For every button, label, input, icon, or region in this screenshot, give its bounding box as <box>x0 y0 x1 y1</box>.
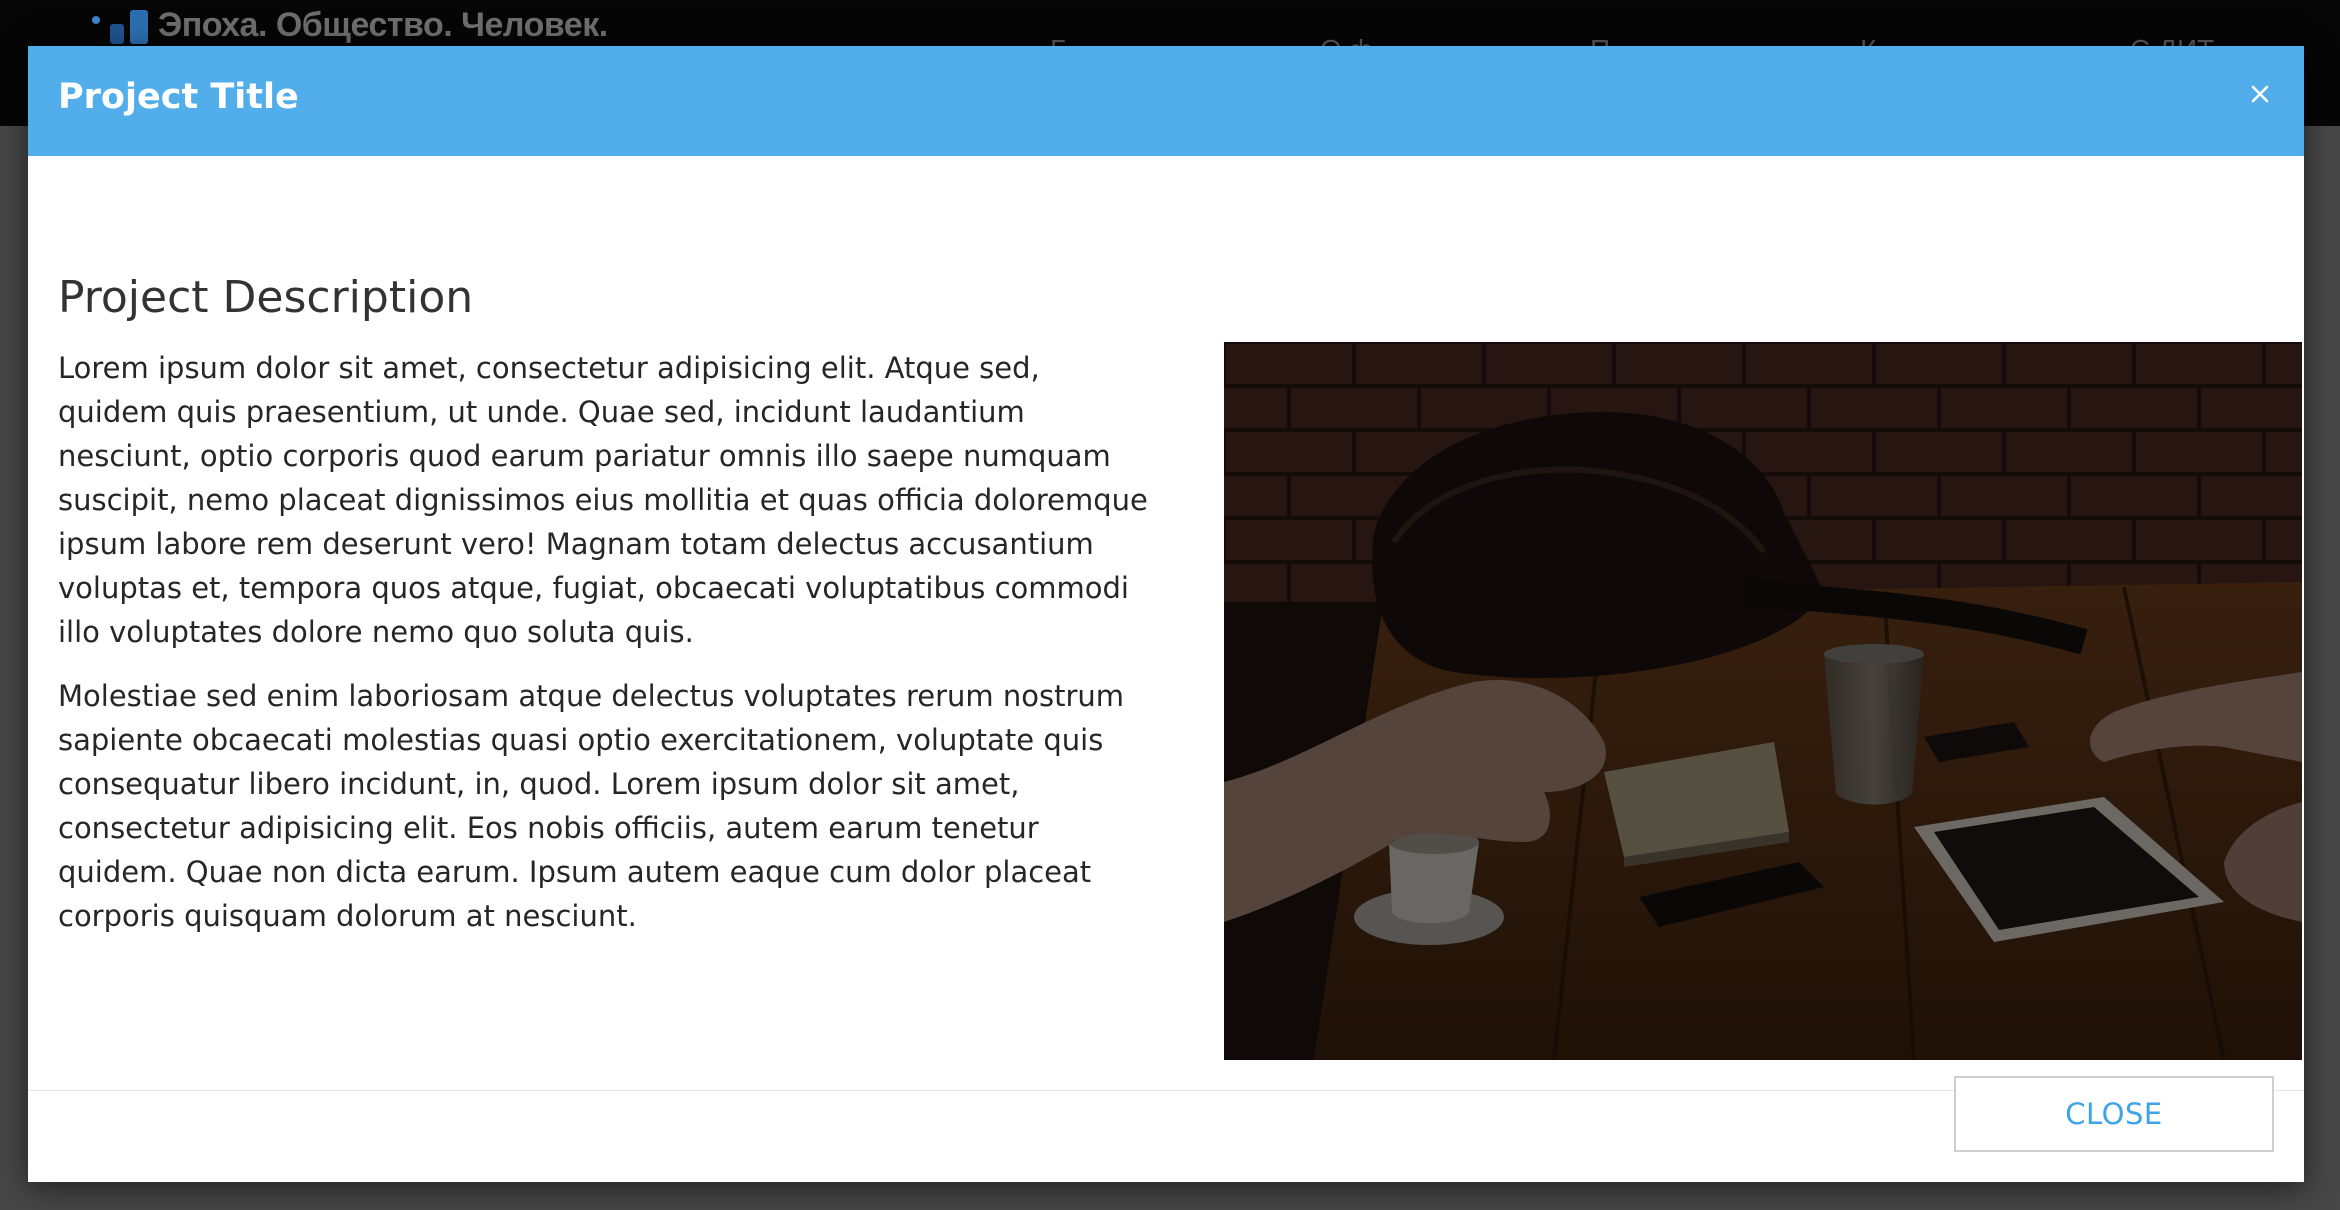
logo-mark-icon <box>84 4 148 46</box>
description-paragraph: Lorem ipsum dolor sit amet, consectetur … <box>58 351 1148 649</box>
project-description-text: Lorem ipsum dolor sit amet, consectetur … <box>58 346 1148 958</box>
modal-title: Project Title <box>58 77 299 117</box>
site-logo[interactable]: Эпоха. Общество. Человек. <box>84 4 608 46</box>
site-logo-text: Эпоха. Общество. Человек. <box>158 5 608 44</box>
project-description-heading: Project Description <box>58 272 474 323</box>
modal-header: Project Title <box>28 46 2304 156</box>
modal-body: Project Description Lorem ipsum dolor si… <box>58 156 2302 1090</box>
project-image <box>1224 342 2302 1060</box>
close-icon[interactable] <box>2242 76 2278 112</box>
description-paragraph: Molestiae sed enim laboriosam atque dele… <box>58 679 1125 933</box>
close-button[interactable]: CLOSE <box>1954 1076 2274 1152</box>
project-modal: Project Title Project Description Lorem … <box>28 46 2304 1182</box>
